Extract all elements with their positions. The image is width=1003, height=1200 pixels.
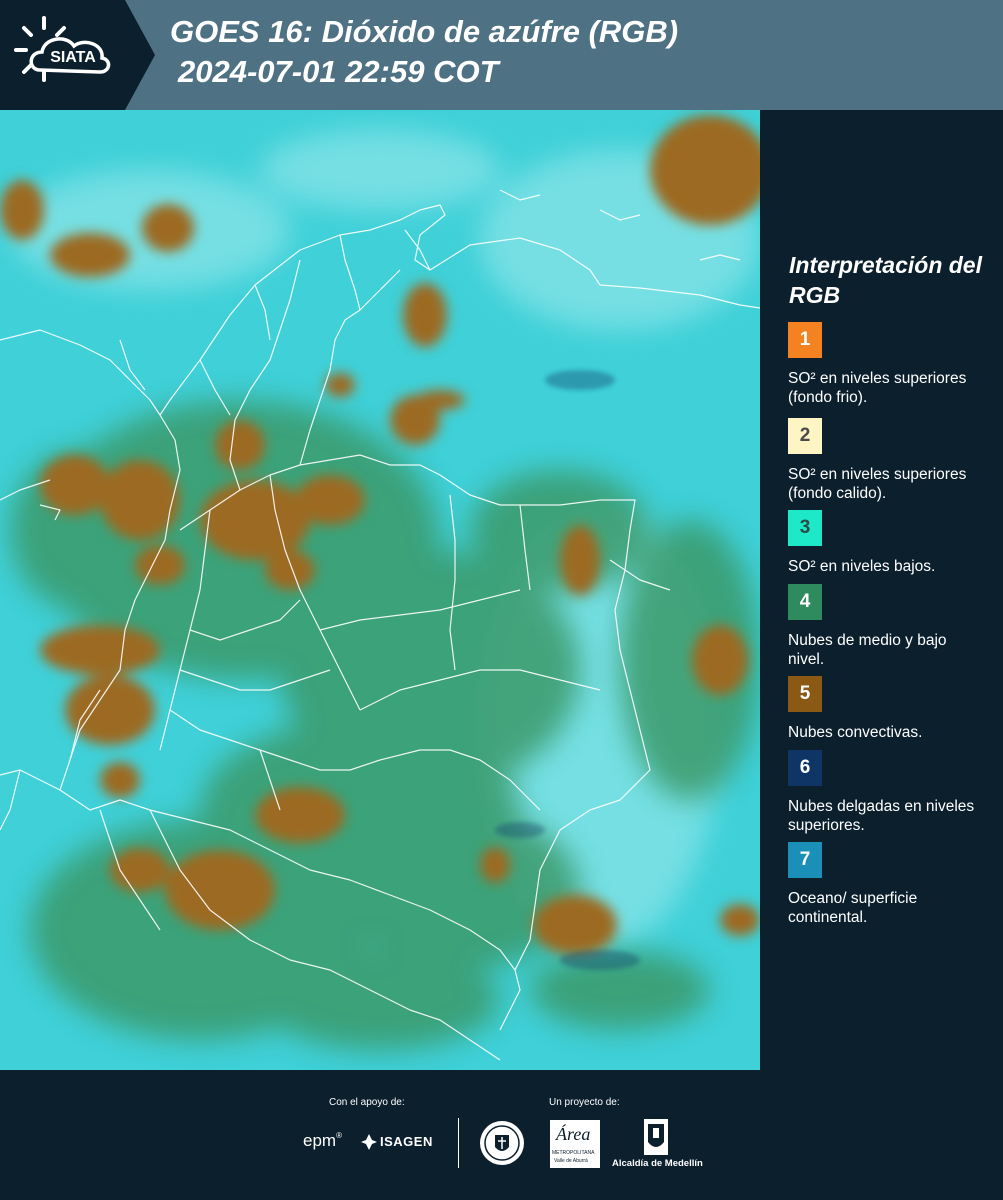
legend-item-5: 5 Nubes convectivas. xyxy=(788,676,988,742)
legend-swatch-2: 2 xyxy=(788,418,822,454)
legend-label: SO² en niveles superiores (fondo frio). xyxy=(788,370,967,406)
legend-label: Nubes de medio y bajo nivel. xyxy=(788,632,947,668)
legend-number: 7 xyxy=(799,849,811,870)
legend-label: Nubes delgadas en niveles superiores. xyxy=(788,798,975,834)
medellin-seal-icon xyxy=(480,1121,524,1165)
isagen-logo-text: ISAGEN xyxy=(380,1134,433,1149)
legend-label: Oceano/ superficie continental. xyxy=(788,890,918,926)
legend-label: SO² en niveles bajos. xyxy=(788,558,936,575)
satellite-image xyxy=(0,110,760,1070)
legend-item-4: 4 Nubes de medio y bajo nivel. xyxy=(788,584,988,669)
legend-item-3: 3 SO² en niveles bajos. xyxy=(788,510,988,576)
footer-divider xyxy=(458,1118,459,1168)
area-metropolitana-text: METROPOLITANA xyxy=(552,1150,595,1156)
header-band: SIATA GOES 16: Dióxido de azúfre (RGB) 2… xyxy=(0,0,1003,110)
legend-label: Nubes convectivas. xyxy=(788,724,923,741)
legend-item-7: 7 Oceano/ superficie continental. xyxy=(788,842,988,927)
siata-logo-band: SIATA xyxy=(0,0,155,110)
siata-logo-text: SIATA xyxy=(50,49,96,66)
project-label: Un proyecto de: xyxy=(549,1097,620,1108)
satellite-map xyxy=(0,110,760,1070)
epm-logo-text: epm xyxy=(303,1131,337,1150)
page-title: GOES 16: Dióxido de azúfre (RGB) xyxy=(170,14,679,49)
legend-swatch-4: 4 xyxy=(788,584,822,620)
legend-item-1: 1 SO² en niveles superiores (fondo frio)… xyxy=(788,322,988,407)
area-logo-text: Área xyxy=(556,1124,591,1144)
epm-logo: epm® xyxy=(303,1131,342,1150)
page-timestamp: 2024-07-01 22:59 COT xyxy=(178,54,499,89)
area-metropolitana-logo: Área METROPOLITANA Valle de Aburrá xyxy=(550,1120,600,1168)
support-label: Con el apoyo de: xyxy=(329,1097,405,1108)
legend-item-6: 6 Nubes delgadas en niveles superiores. xyxy=(788,750,988,835)
legend-number: 1 xyxy=(799,329,811,350)
legend-swatch-5: 5 xyxy=(788,676,822,712)
legend-item-2: 2 SO² en niveles superiores (fondo calid… xyxy=(788,418,988,503)
isagen-icon xyxy=(361,1134,377,1150)
legend-swatch-7: 7 xyxy=(788,842,822,878)
legend-swatch-3: 3 xyxy=(788,510,822,546)
legend-number: 2 xyxy=(799,425,811,446)
legend-swatch-6: 6 xyxy=(788,750,822,786)
alcaldia-label: Alcaldía de Medellín xyxy=(612,1158,703,1169)
legend-number: 5 xyxy=(799,683,811,704)
legend-number: 6 xyxy=(799,757,811,778)
legend-title: Interpretación del RGB xyxy=(789,252,982,308)
alcaldia-shield-icon xyxy=(644,1119,668,1155)
legend-swatch-1: 1 xyxy=(788,322,822,358)
area-valle-text: Valle de Aburrá xyxy=(554,1158,588,1164)
legend-number: 3 xyxy=(799,517,811,538)
legend-label: SO² en niveles superiores (fondo calido)… xyxy=(788,466,967,502)
legend-number: 4 xyxy=(799,591,811,612)
